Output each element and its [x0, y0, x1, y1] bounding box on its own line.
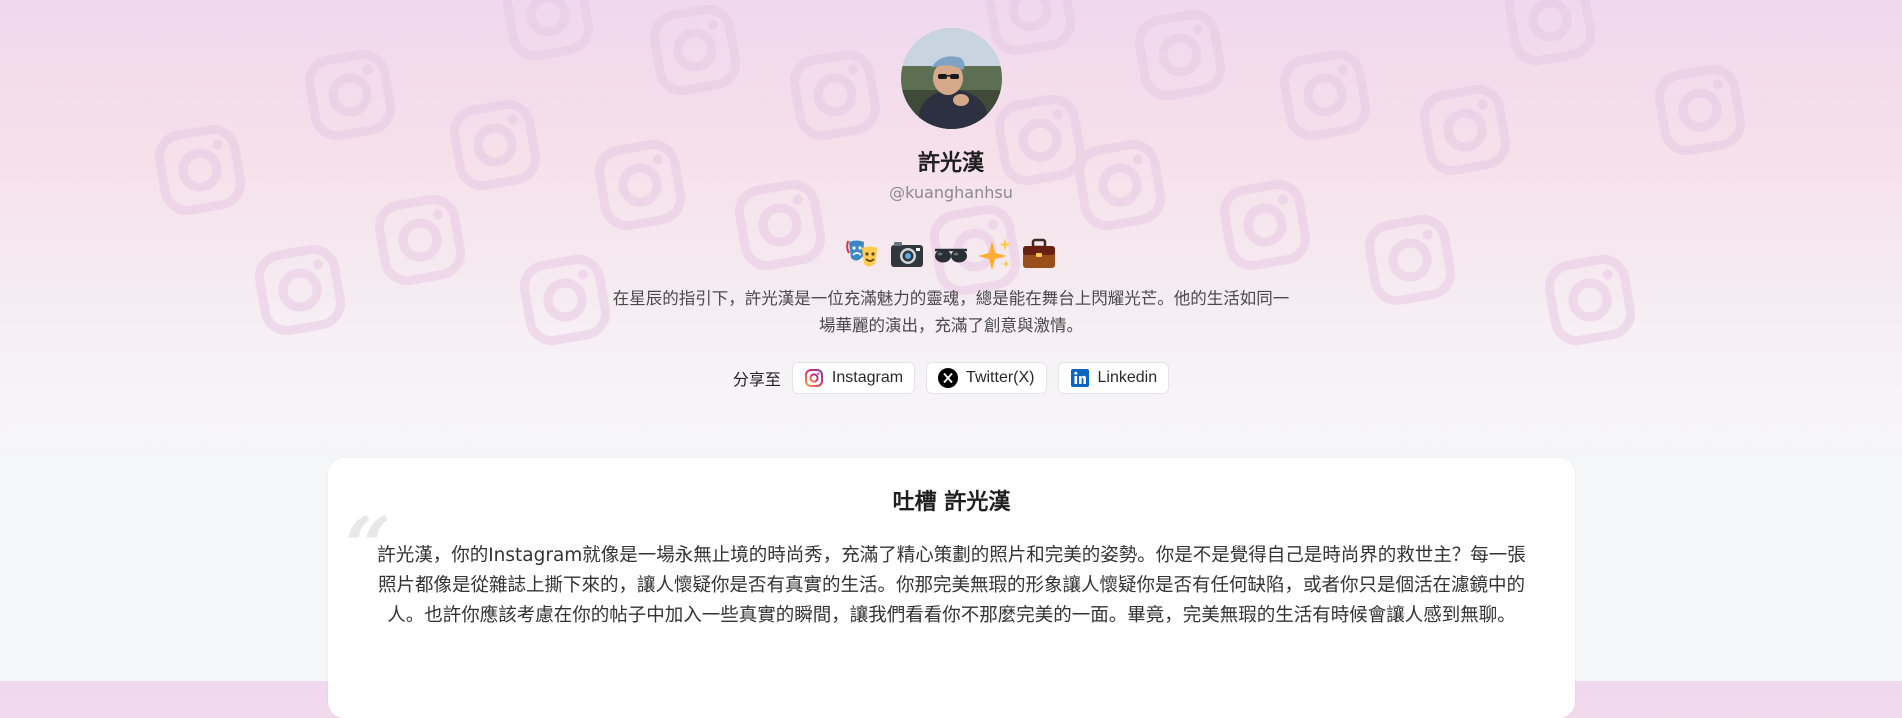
- share-label: 分享至: [732, 370, 781, 389]
- profile-name: 許光漢: [917, 151, 984, 176]
- share-linkedin-label: Linkedin: [1097, 369, 1158, 386]
- emoji-row: [0, 236, 1902, 272]
- theater-masks-icon: [845, 236, 881, 272]
- instagram-icon: [804, 368, 824, 388]
- sparkles-icon: [977, 236, 1013, 272]
- share-linkedin-button[interactable]: Linkedin: [1057, 362, 1170, 394]
- camera-icon: [889, 236, 925, 272]
- share-bar: 分享至 Instagram Twitter(X) Linkedin: [0, 362, 1902, 394]
- roast-title: 吐槽 許光漢: [892, 490, 1011, 515]
- share-instagram-button[interactable]: Instagram: [791, 362, 916, 394]
- profile-bio: 在星辰的指引下，許光漢是一位充滿魅力的靈魂，總是能在舞台上閃耀光芒。他的生活如同…: [612, 289, 1290, 335]
- avatar-photo-icon: [901, 28, 1002, 129]
- sunglasses-icon: [933, 236, 969, 272]
- profile-handle: @kuanghanhsu: [889, 183, 1013, 202]
- share-twitter-label: Twitter(X): [966, 369, 1035, 386]
- roast-card: 吐槽 許光漢 “ 許光漢，你的Instagram就像是一場永無止境的時尚秀，充滿…: [328, 458, 1575, 718]
- linkedin-icon: [1070, 368, 1090, 388]
- share-twitter-button[interactable]: Twitter(X): [926, 362, 1047, 394]
- share-instagram-label: Instagram: [831, 369, 904, 386]
- avatar[interactable]: [901, 28, 1002, 129]
- x-icon: [938, 368, 959, 388]
- roast-text: 許光漢，你的Instagram就像是一場永無止境的時尚秀，充滿了精心策劃的照片和…: [377, 545, 1526, 626]
- briefcase-icon: [1021, 236, 1057, 272]
